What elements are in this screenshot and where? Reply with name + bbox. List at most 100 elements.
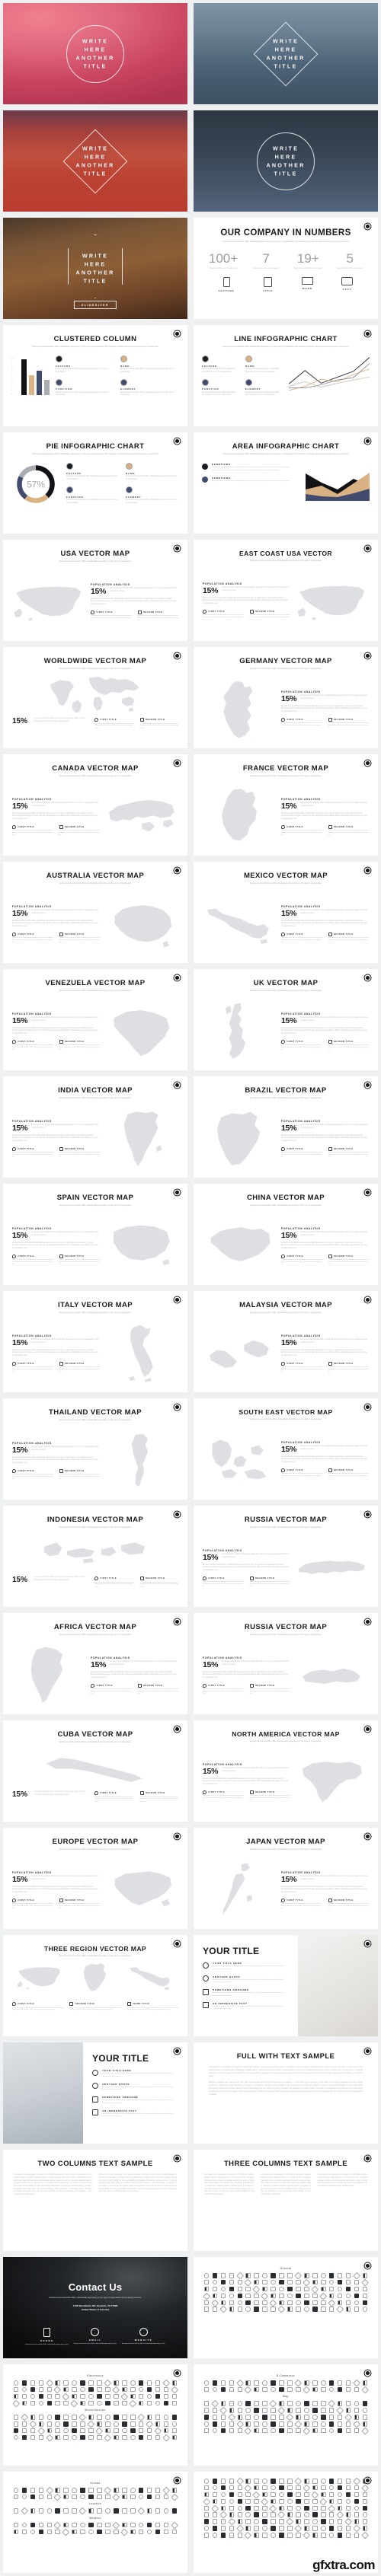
icon-glyph[interactable] [353, 2477, 360, 2485]
icon-glyph[interactable] [220, 2401, 226, 2406]
icon-glyph[interactable] [21, 2421, 27, 2427]
icon-glyph[interactable] [97, 2529, 102, 2535]
icon-glyph[interactable] [163, 2494, 169, 2500]
icon-glyph[interactable] [203, 2533, 210, 2538]
icon-glyph[interactable] [245, 2415, 251, 2420]
icon-glyph[interactable] [287, 2421, 293, 2427]
icon-glyph[interactable] [122, 2434, 127, 2441]
icon-glyph[interactable] [312, 2279, 318, 2285]
icon-glyph[interactable] [146, 2494, 152, 2500]
icon-glyph[interactable] [296, 2286, 301, 2292]
icon-glyph[interactable] [337, 2526, 343, 2531]
icon-glyph[interactable] [138, 2393, 144, 2399]
icon-glyph[interactable] [155, 2522, 161, 2528]
icon-glyph[interactable] [262, 2428, 267, 2434]
icon-glyph[interactable] [105, 2415, 110, 2420]
icon-glyph[interactable] [114, 2415, 119, 2420]
icon-glyph[interactable] [321, 2408, 326, 2413]
icon-glyph[interactable] [97, 2415, 102, 2420]
info-tile[interactable]: FIRST TITLE Entrepreneurial activities di… [91, 610, 132, 623]
icon-glyph[interactable] [271, 2421, 276, 2427]
icon-glyph[interactable] [261, 2498, 269, 2505]
icon-glyph[interactable] [13, 2434, 19, 2441]
icon-glyph[interactable] [345, 2512, 351, 2517]
icon-glyph[interactable] [304, 2526, 309, 2531]
icon-glyph[interactable] [294, 2420, 303, 2428]
icon-glyph[interactable] [72, 2380, 77, 2386]
icon-glyph[interactable] [155, 2434, 161, 2441]
icon-glyph[interactable] [229, 2408, 235, 2413]
icon-glyph[interactable] [296, 2401, 301, 2406]
icon-glyph[interactable] [38, 2393, 44, 2399]
icon-glyph[interactable] [154, 2427, 162, 2434]
icon-glyph[interactable] [55, 2421, 60, 2427]
icon-glyph[interactable] [345, 2300, 351, 2306]
icon-glyph[interactable] [296, 2485, 301, 2491]
icon-glyph[interactable] [279, 2498, 284, 2504]
icon-glyph[interactable] [337, 2401, 343, 2406]
icon-glyph[interactable] [80, 2522, 85, 2528]
icon-glyph[interactable] [271, 2479, 276, 2484]
icon-glyph[interactable] [279, 2533, 284, 2538]
icon-glyph[interactable] [112, 2386, 120, 2393]
icon-glyph[interactable] [354, 2386, 360, 2393]
icon-glyph[interactable] [38, 2415, 44, 2420]
icon-glyph[interactable] [229, 2485, 235, 2491]
icon-glyph[interactable] [254, 2421, 259, 2427]
icon-glyph[interactable] [46, 2393, 53, 2399]
icon-glyph[interactable] [328, 2479, 335, 2484]
icon-glyph[interactable] [54, 2521, 62, 2529]
icon-glyph[interactable] [63, 2421, 69, 2427]
icon-glyph[interactable] [337, 2505, 343, 2511]
info-tile[interactable]: SECOND TITLE Entrepreneurial activities d… [249, 1790, 290, 1803]
icon-glyph[interactable] [30, 2488, 36, 2493]
icon-glyph[interactable] [345, 2380, 351, 2386]
info-tile[interactable]: SECOND TITLE Entrepreneurial activities d… [59, 1361, 100, 1374]
icon-glyph[interactable] [130, 2428, 136, 2434]
slide-map-india-10[interactable]: INDIA VECTOR MAP Entrepreneurial activiti… [3, 1076, 187, 1178]
icon-glyph[interactable] [146, 2508, 152, 2514]
icon-glyph[interactable] [344, 2517, 352, 2526]
icon-glyph[interactable] [279, 2505, 284, 2511]
icon-glyph[interactable] [203, 2498, 210, 2505]
icon-glyph[interactable] [212, 2479, 218, 2484]
icon-glyph[interactable] [130, 2380, 136, 2386]
info-tile[interactable]: SECOND TITLE Entrepreneurial activities d… [328, 1898, 369, 1911]
icon-glyph[interactable] [88, 2529, 94, 2535]
icon-glyph[interactable] [262, 2408, 267, 2413]
icon-glyph[interactable] [212, 2492, 218, 2498]
icon-glyph[interactable] [287, 2401, 293, 2406]
icon-glyph[interactable] [262, 2279, 267, 2285]
icon-glyph[interactable] [104, 2379, 112, 2386]
icon-glyph[interactable] [220, 2526, 226, 2531]
icon-glyph[interactable] [328, 2273, 335, 2278]
icon-glyph[interactable] [13, 2386, 19, 2393]
icon-glyph[interactable] [337, 2421, 343, 2427]
icon-glyph[interactable] [245, 2484, 252, 2492]
icon-glyph[interactable] [296, 2415, 301, 2420]
icon-glyph[interactable] [38, 2488, 44, 2493]
info-tile[interactable]: FIRST TITLE Entrepreneurial activities di… [203, 1790, 244, 1803]
icon-glyph[interactable] [220, 2519, 226, 2524]
icon-glyph[interactable] [13, 2508, 19, 2514]
icon-glyph[interactable] [287, 2307, 293, 2312]
icon-glyph[interactable] [171, 2493, 178, 2501]
icon-glyph[interactable] [138, 2434, 144, 2441]
icon-glyph[interactable] [220, 2380, 226, 2386]
icon-glyph[interactable] [296, 2386, 301, 2393]
icon-glyph[interactable] [203, 2292, 210, 2300]
icon-glyph[interactable] [171, 2434, 178, 2441]
icon-glyph[interactable] [296, 2533, 301, 2538]
info-tile[interactable]: SECOND TITLE Entrepreneurial activities d… [249, 609, 290, 622]
icon-glyph[interactable] [220, 2386, 226, 2393]
icon-glyph[interactable] [254, 2293, 259, 2299]
icon-glyph[interactable] [337, 2498, 343, 2504]
icon-glyph[interactable] [130, 2393, 136, 2399]
icon-glyph[interactable] [46, 2428, 53, 2434]
icon-glyph[interactable] [303, 2278, 310, 2286]
icon-glyph[interactable] [21, 2494, 27, 2500]
icon-glyph[interactable] [277, 2511, 286, 2519]
icon-glyph[interactable] [114, 2488, 119, 2493]
icon-glyph[interactable] [328, 2533, 335, 2538]
slide-clustered-column[interactable]: CLUSTERED COLUMN Entrepreneurial activiti… [3, 325, 187, 426]
